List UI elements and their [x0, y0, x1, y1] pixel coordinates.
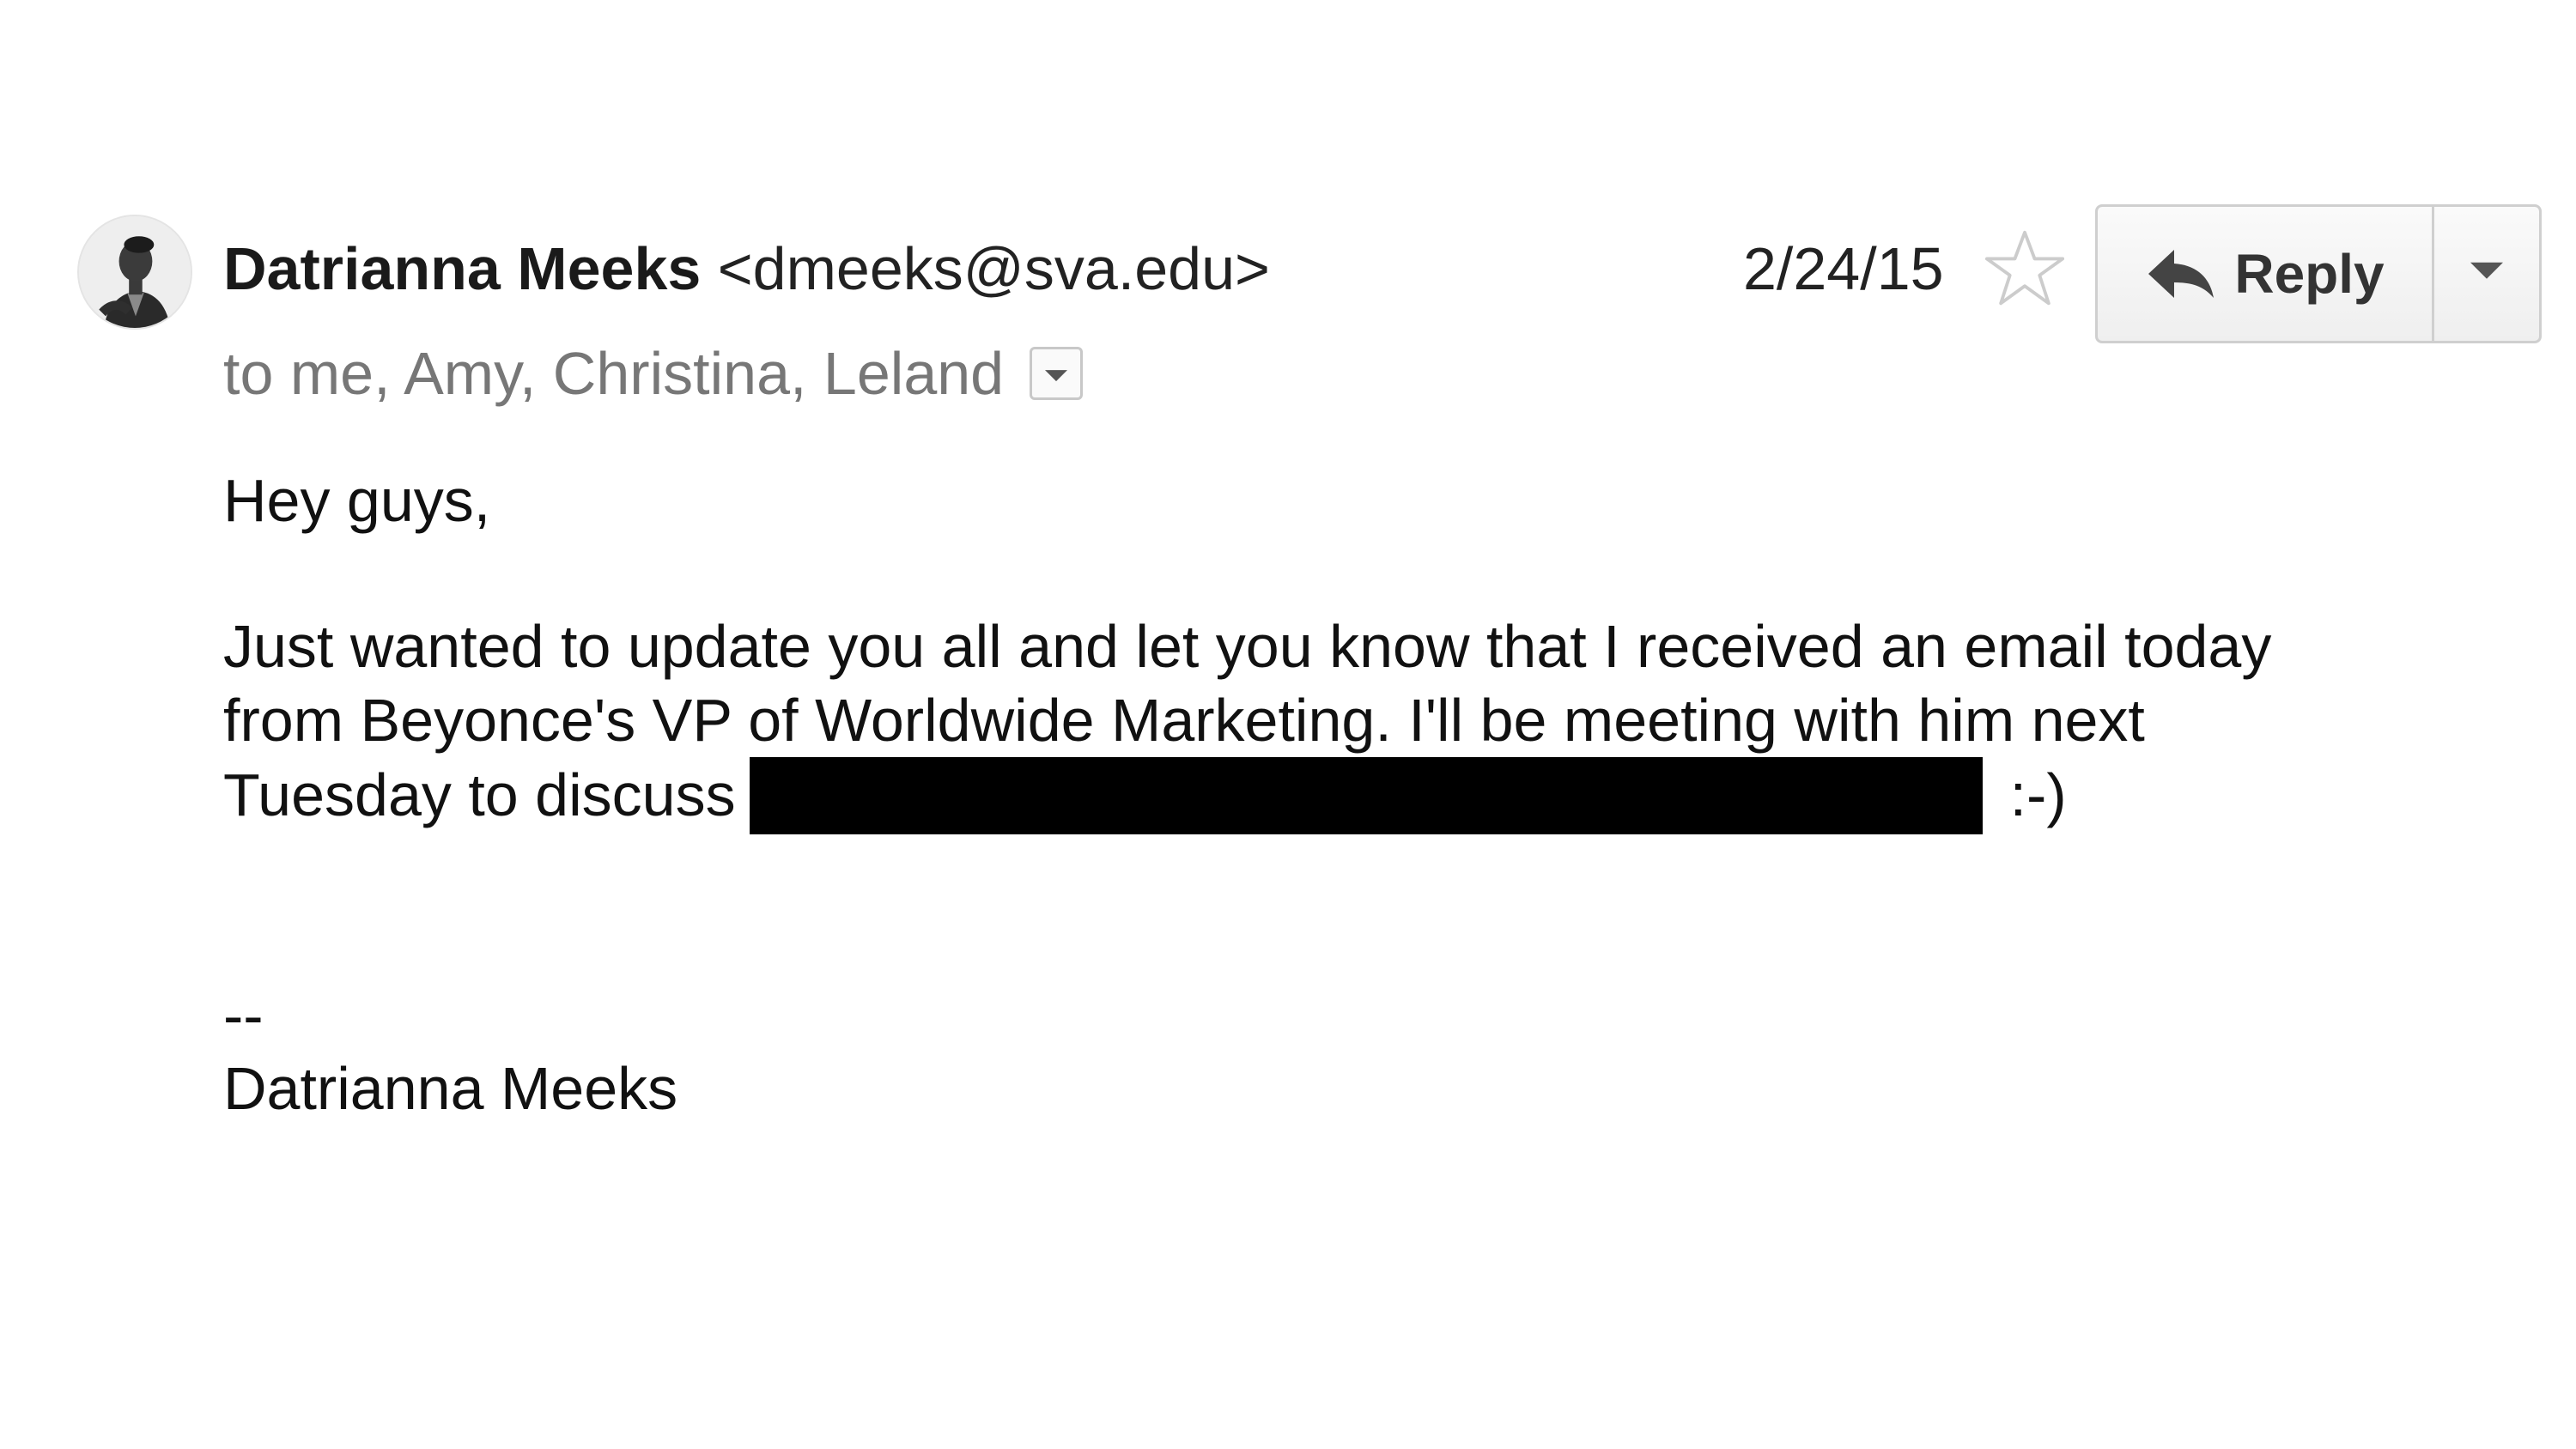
- redaction-bar: [749, 757, 1983, 834]
- sender-name[interactable]: Datrianna Meeks: [223, 235, 701, 302]
- star-outline-icon[interactable]: [1984, 227, 2066, 310]
- message-date: 2/24/15: [1743, 235, 1944, 302]
- reply-label: Reply: [2234, 243, 2385, 305]
- sender-email: <dmeeks@sva.edu>: [717, 235, 1270, 302]
- reply-button[interactable]: Reply: [2098, 207, 2434, 341]
- body-line-3: Tuesday to discuss :-): [223, 757, 2271, 834]
- show-details-dropdown-icon[interactable]: [1030, 347, 1084, 400]
- reply-button-group: Reply: [2095, 204, 2542, 343]
- body-line-3-start: Tuesday to discuss: [223, 761, 736, 828]
- sender-avatar[interactable]: [77, 215, 192, 330]
- person-photo-avatar-icon: [79, 216, 191, 328]
- body-line-1: Just wanted to update you all and let yo…: [223, 613, 2272, 680]
- sender-line: Datrianna Meeks <dmeeks@sva.edu>: [223, 230, 1270, 307]
- body-line-2: from Beyonce's VP of Worldwide Marketing…: [223, 687, 2145, 754]
- signature-name: Datrianna Meeks: [223, 1055, 678, 1122]
- recipients-line: to me, Amy, Christina, Leland: [223, 335, 1084, 412]
- email-message: Datrianna Meeks <dmeeks@sva.edu> to me, …: [0, 0, 2576, 1449]
- body-paragraph: Just wanted to update you all and let yo…: [223, 609, 2271, 834]
- body-greeting: Hey guys,: [223, 467, 491, 534]
- recipients-text: to me, Amy, Christina, Leland: [223, 340, 1005, 407]
- reply-arrow-icon: [2148, 250, 2215, 298]
- signature-separator: --: [223, 982, 264, 1049]
- smiley-text: :-): [2009, 761, 2067, 828]
- more-actions-chevron-down-icon[interactable]: [2434, 207, 2539, 341]
